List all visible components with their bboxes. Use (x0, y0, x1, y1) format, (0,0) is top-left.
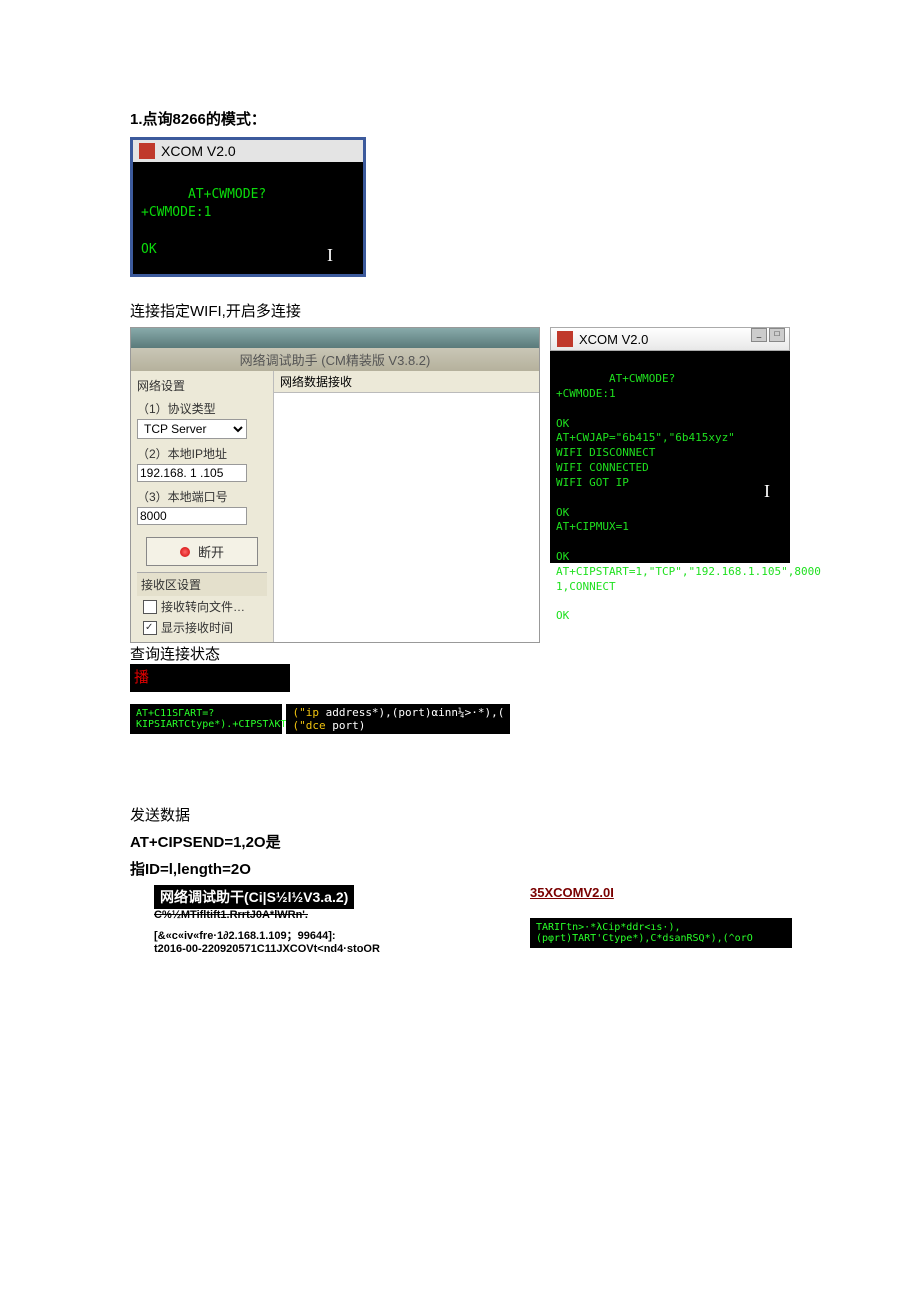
recv-area-header: 接收区设置 (137, 572, 267, 596)
sec4-line1: AT+CIPSEND=1,2O是 (130, 831, 790, 852)
sec3-yq1: ("ip (292, 706, 319, 719)
sec4-left-body2: t2016-00-220920571C11JXCOVt<nd4·stoOR (154, 943, 430, 955)
sec4-line2: 指ID=l,length=2O (130, 858, 790, 879)
xcom-title-text: XCOM V2.0 (161, 143, 236, 159)
sec3-yq2: ("dce (292, 719, 325, 732)
sec3-caption-black: 查询连接状态 (130, 646, 220, 663)
xcom2-app-icon (557, 331, 573, 347)
ip-label: （2）本地IP地址 (137, 445, 267, 462)
show-time-checkbox[interactable] (143, 621, 157, 635)
proto-select[interactable]: TCP Server (137, 419, 247, 439)
sec3-code-mixed: ("ip address*),(port)αinn¼>·*),( ("dce p… (286, 704, 510, 734)
minimize-icon[interactable]: _ (751, 328, 767, 342)
section3-caption: 查询连接状态 (130, 643, 790, 664)
sec3-wt2: port) (332, 719, 365, 732)
section2-caption: 连接指定WIFI,开启多连接 (130, 300, 790, 321)
netdebug-receive-area: 网络数据接收 (273, 371, 539, 642)
xcom-app-icon (139, 143, 155, 159)
netdebug-receive-header: 网络数据接收 (274, 371, 539, 393)
xcom2-terminal-text: AT+CWMODE? +CWMODE:1 OK AT+CWJAP="6b415"… (556, 372, 821, 623)
xcom-screenshot-1: XCOM V2.0 AT+CWMODE? +CWMODE:1 OK I (130, 137, 366, 277)
sec4-left-title: 网络调试助干(Ci|S½l½V3.a.2) (154, 885, 354, 909)
recv-to-file-checkbox[interactable] (143, 600, 157, 614)
netdebug-titlebar: 网络调试助手 (CM精装版 V3.8.2) (131, 348, 539, 371)
show-time-label: 显示接收时间 (161, 619, 233, 636)
sec3-code-green: AT+C11SΓART=?KIPSIARTCtype*).+CIPSTλKTΓt… (130, 704, 282, 734)
xcom-titlebar: XCOM V2.0 (133, 140, 363, 162)
xcom2-titlebar: XCOM V2.0 _ □ (550, 327, 790, 351)
disconnect-dot-icon (180, 547, 190, 557)
maximize-icon[interactable]: □ (769, 328, 785, 342)
xcom2-title-text: XCOM V2.0 (579, 332, 648, 347)
sec4-right-title: 35XCOMV2.0I (530, 885, 790, 900)
sec4-heading: 发送数据 (130, 804, 790, 825)
sec3-caption-red: 播 (130, 664, 153, 689)
text-cursor-icon: I (327, 243, 333, 268)
netdebug-settings-panel: 网络设置 （1）协议类型 TCP Server （2）本地IP地址 （3）本地端… (131, 371, 273, 642)
xcom-window-2: XCOM V2.0 _ □ AT+CWMODE? +CWMODE:1 OK AT… (550, 327, 790, 563)
recv-to-file-label: 接收转向文件… (161, 598, 245, 615)
netdebug-window: 网络调试助手 (CM精装版 V3.8.2) 网络设置 （1）协议类型 TCP S… (130, 327, 540, 643)
ip-input[interactable] (137, 464, 247, 482)
xcom-terminal-1: AT+CWMODE? +CWMODE:1 OK I (133, 162, 363, 274)
sec4-left-body1: [&«c«iv«fre·1∂2.168.1.109；99644]: (154, 927, 430, 943)
port-input[interactable] (137, 507, 247, 525)
proto-label: （1）协议类型 (137, 400, 267, 417)
text-cursor-icon-2: I (764, 479, 770, 503)
netdebug-tab-icon (131, 328, 539, 348)
disconnect-button[interactable]: 断开 (146, 537, 258, 566)
sec3-wt1: address*),(port)αinn¼>·*),( (326, 706, 505, 719)
xcom2-terminal: AT+CWMODE? +CWMODE:1 OK AT+CWJAP="6b415"… (550, 351, 790, 563)
settings-header: 网络设置 (137, 377, 267, 394)
section1-title: 1.点询8266的模式： (130, 108, 790, 129)
sec4-left-strike: C%½MTifltift1.RrrtJ0A*lWRn'. (154, 909, 430, 921)
terminal1-text: AT+CWMODE? +CWMODE:1 OK (141, 187, 266, 257)
sec3-black-strip: 播 (130, 664, 290, 692)
sec4-right-green: TARIΓtn>·*λCip*ddr<ıs·),(pφrt)TART'Ctype… (530, 918, 792, 948)
port-label: （3）本地端口号 (137, 488, 267, 505)
disconnect-label: 断开 (198, 542, 224, 561)
